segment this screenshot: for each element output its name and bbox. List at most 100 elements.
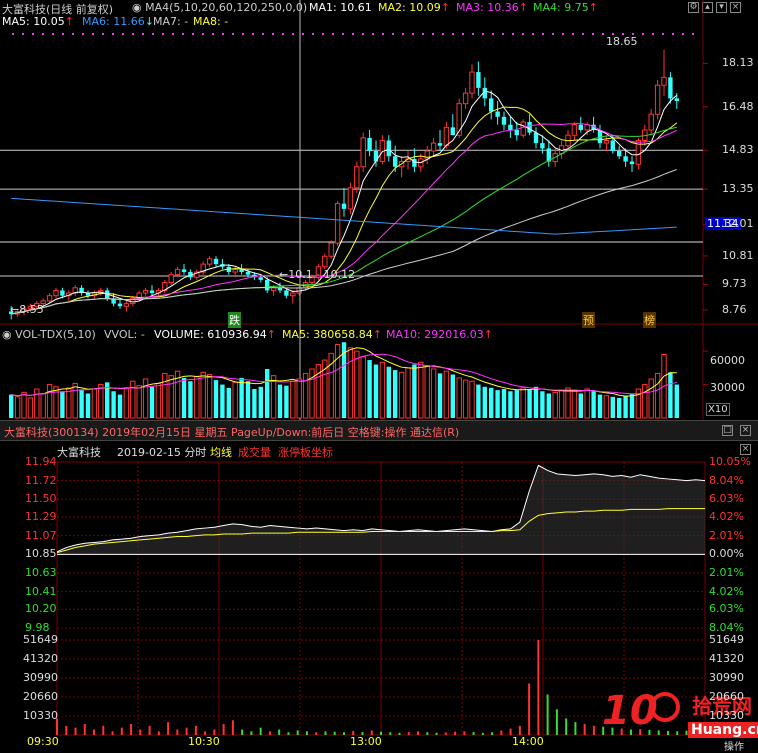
volume-bar (373, 364, 379, 418)
ma3-line (11, 123, 678, 315)
watermark-logo-icon (650, 692, 680, 722)
volume-bar (540, 391, 545, 418)
limit-dot (232, 33, 234, 35)
volume-bar (450, 374, 455, 418)
candle-body (450, 127, 455, 136)
candle-body (674, 98, 679, 102)
candle-body (322, 255, 328, 268)
limit-dot (342, 33, 344, 35)
candle-body (443, 126, 450, 147)
limit-dot (282, 33, 284, 35)
intraday-limit-label[interactable]: 涨停板坐标 (278, 444, 333, 460)
intraday-vol-label[interactable]: 成交量 (238, 444, 271, 460)
kline-y-label: 9.73 (722, 277, 747, 291)
limit-dot (202, 33, 204, 35)
watermark-number: 10 (602, 688, 658, 734)
limit-dot (662, 33, 664, 35)
intraday-titlebar[interactable]: 大富科技(300134) 2019年02月15日 星期五 PageUp/Down… (0, 420, 758, 441)
volume-bar (85, 393, 91, 418)
kline-chart (0, 0, 758, 736)
candle-body (514, 129, 519, 136)
volume-bar (290, 380, 296, 419)
volume-bar (155, 382, 162, 419)
candle-body (527, 122, 532, 133)
intraday-avg-label[interactable]: 均线 (210, 444, 232, 460)
candle-body (617, 151, 622, 157)
candle-body (206, 258, 213, 265)
corner-label[interactable]: 操作 (724, 738, 744, 753)
volume-bar (284, 385, 289, 418)
vol-axis-label: 20660 (23, 689, 58, 703)
volume-bar (405, 367, 411, 419)
limit-dot (492, 33, 494, 35)
candle-body (430, 142, 437, 152)
price-axis-label: 10.85 (25, 547, 57, 561)
candle-body (489, 98, 494, 112)
limit-dot (292, 33, 294, 35)
time-axis-label: 10:30 (188, 735, 220, 748)
volume-bar (552, 391, 558, 419)
kline-y-label: 13.35 (722, 182, 754, 196)
volume-bar (571, 390, 578, 419)
volume-bar (654, 372, 661, 419)
limit-dot (52, 33, 54, 35)
limit-dot (682, 33, 684, 35)
limit-dot (312, 33, 314, 35)
limit-dot (142, 33, 144, 35)
limit-dot (442, 33, 444, 35)
limit-dot (412, 33, 414, 35)
pct-axis-label: 6.03% (709, 492, 744, 506)
volume-bar (393, 370, 398, 418)
volume-label: VOLUME: 610936.94↑ (154, 328, 276, 341)
candle-body (360, 137, 366, 168)
event-bang[interactable]: 榜 (643, 312, 656, 328)
volume-title: ◉ VOL-TDX(5,10) (2, 328, 96, 341)
candle-body (648, 113, 654, 131)
candle-body (149, 290, 155, 294)
maximize-icon[interactable]: □ (722, 425, 733, 436)
price-axis-label: 10.63 (25, 565, 57, 579)
volume-bar (668, 372, 673, 418)
volume-bar (206, 374, 213, 419)
volume-bar (546, 393, 551, 418)
volume-ma10-label: MA10: 292016.03↑ (386, 328, 493, 341)
volume-bar (21, 391, 27, 419)
candle-body (578, 124, 583, 130)
limit-dot (552, 33, 554, 35)
vol-axis-label-right: 30990 (709, 670, 744, 684)
intraday-stock-name: 大富科技 (57, 446, 101, 459)
candle-body (341, 203, 347, 209)
volume-bar (527, 389, 532, 418)
volume-bar (623, 395, 628, 418)
pct-axis-label: 4.02% (709, 584, 744, 598)
volume-bar (412, 364, 417, 418)
volume-bar (629, 393, 635, 418)
candle-body (123, 303, 130, 307)
limit-dot (72, 33, 74, 35)
limit-dot (192, 33, 194, 35)
limit-dot (132, 33, 134, 35)
limit-dot (692, 33, 694, 35)
event-yu[interactable]: 预 (582, 312, 595, 328)
volume-bar (149, 386, 155, 418)
event-die[interactable]: 跌 (228, 312, 241, 328)
limit-dot (392, 33, 394, 35)
pct-axis-label: 8.04% (709, 473, 744, 487)
limit-dot (262, 33, 264, 35)
close-icon[interactable]: × (740, 425, 751, 436)
limit-dot (12, 33, 14, 35)
volume-bar (418, 361, 424, 419)
limit-dot (252, 33, 254, 35)
volume-bar (136, 385, 142, 419)
volume-bar (239, 377, 244, 418)
close-icon[interactable]: × (740, 444, 751, 455)
vol-axis-label-right: 20660 (709, 689, 744, 703)
candle-body (245, 272, 251, 275)
volume-bar (72, 382, 78, 419)
candle-body (168, 274, 174, 284)
candle-body (373, 151, 379, 162)
high-label: 18.65 (606, 35, 638, 48)
candle-body (393, 156, 398, 167)
limit-dot (42, 33, 44, 35)
limit-dot (372, 33, 374, 35)
